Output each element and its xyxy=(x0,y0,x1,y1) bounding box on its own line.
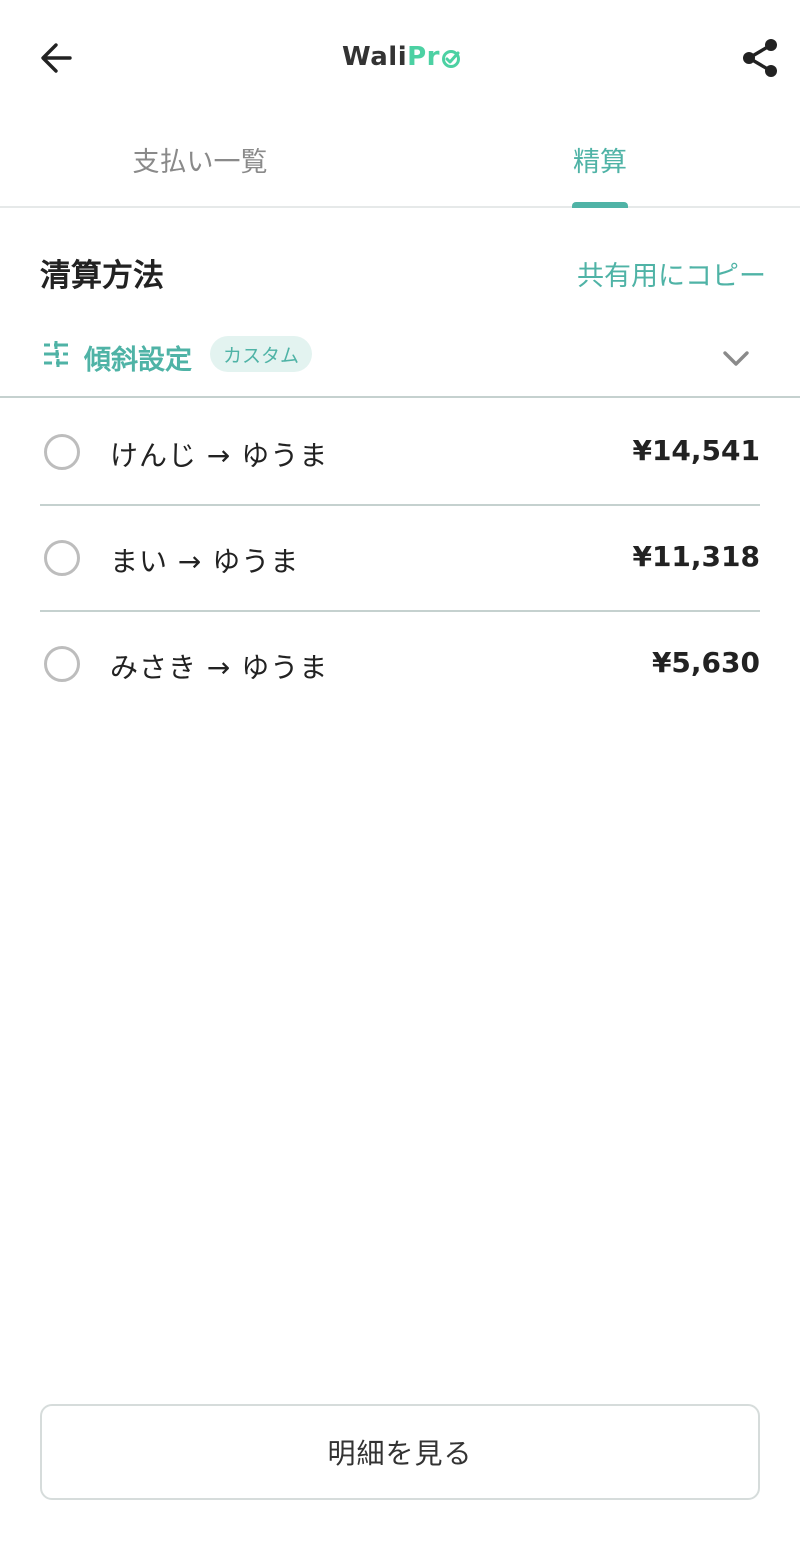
tilt-settings-label: 傾斜設定 xyxy=(84,345,192,376)
transfer-amount: ¥14,541 xyxy=(632,434,760,467)
logo-check-icon xyxy=(442,49,461,68)
radio-button[interactable] xyxy=(44,646,80,682)
app-header: Wali Pr xyxy=(0,0,800,110)
section-title: 清算方法 xyxy=(40,258,164,294)
logo-text-pro: Pr xyxy=(407,42,441,72)
active-tab-indicator xyxy=(572,202,628,208)
transfer-label: みさき → ゆうま xyxy=(110,651,329,684)
tab-bar: 支払い一覧 精算 xyxy=(0,110,800,208)
arrow-left-icon xyxy=(41,43,72,73)
back-button[interactable] xyxy=(28,30,84,86)
radio-button[interactable] xyxy=(44,540,80,576)
tab-settlement[interactable]: 精算 xyxy=(400,110,800,208)
tab-payment-list[interactable]: 支払い一覧 xyxy=(0,110,400,208)
share-button[interactable] xyxy=(732,30,788,86)
sliders-icon xyxy=(44,341,68,367)
logo-text-wali: Wali xyxy=(342,42,408,72)
tilt-settings-row[interactable]: 傾斜設定 カスタム xyxy=(0,320,800,398)
custom-badge: カスタム xyxy=(210,336,313,372)
transfer-amount: ¥11,318 xyxy=(632,540,760,573)
chevron-down-icon[interactable] xyxy=(720,342,752,374)
copy-for-sharing-button[interactable]: 共有用にコピー xyxy=(577,254,766,293)
transfer-amount: ¥5,630 xyxy=(651,646,760,679)
radio-button[interactable] xyxy=(44,434,80,470)
app-logo: Wali Pr xyxy=(342,38,461,76)
list-item[interactable]: けんじ → ゆうま ¥14,541 xyxy=(40,400,760,506)
view-details-button[interactable]: 明細を見る xyxy=(40,1404,760,1500)
list-item[interactable]: まい → ゆうま ¥11,318 xyxy=(40,506,760,612)
share-icon xyxy=(743,39,777,77)
settlement-list: けんじ → ゆうま ¥14,541 まい → ゆうま ¥11,318 みさき →… xyxy=(40,400,760,718)
transfer-label: まい → ゆうま xyxy=(110,545,300,578)
transfer-label: けんじ → ゆうま xyxy=(110,439,329,472)
list-item[interactable]: みさき → ゆうま ¥5,630 xyxy=(40,612,760,718)
